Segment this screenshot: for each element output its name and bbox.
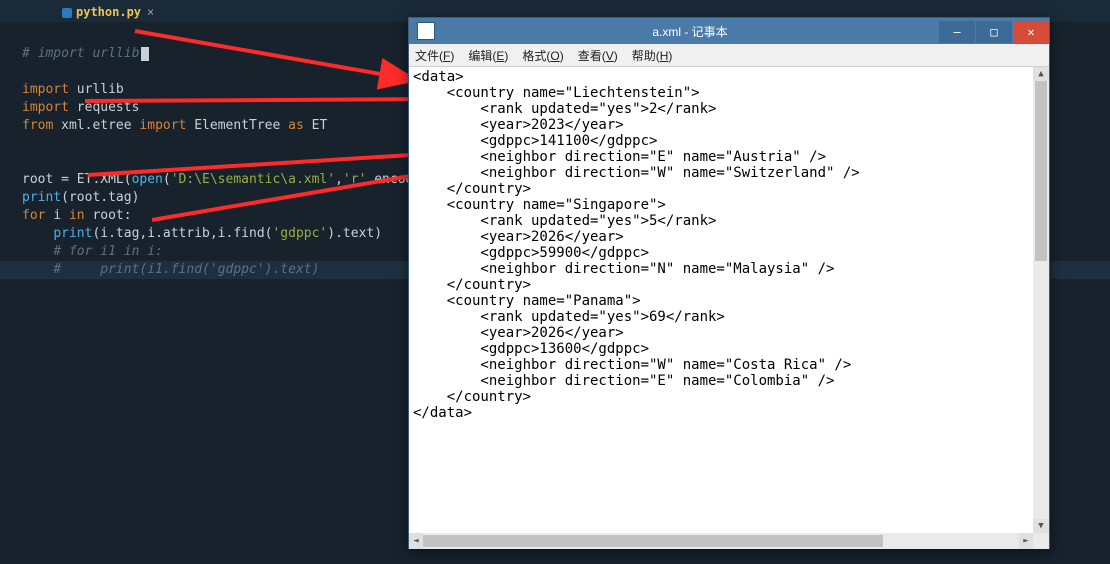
- tab-close-icon[interactable]: ×: [147, 5, 154, 19]
- vertical-scrollbar[interactable]: ▲ ▼: [1033, 67, 1049, 533]
- scroll-right-icon[interactable]: ►: [1019, 533, 1033, 549]
- minimize-button[interactable]: —: [939, 21, 975, 43]
- menu-edit[interactable]: 编辑(E): [468, 47, 508, 64]
- notepad-menubar[interactable]: 文件(F) 编辑(E) 格式(O) 查看(V) 帮助(H): [409, 44, 1049, 67]
- horizontal-scroll-thumb[interactable]: [423, 535, 883, 547]
- menu-help[interactable]: 帮助(H): [632, 47, 673, 64]
- python-file-icon: [62, 8, 72, 18]
- menu-view[interactable]: 查看(V): [578, 47, 618, 64]
- notepad-body[interactable]: <data> <country name="Liechtenstein"> <r…: [409, 67, 1049, 549]
- notepad-window[interactable]: a.xml - 记事本 — □ ✕ 文件(F) 编辑(E) 格式(O) 查看(V…: [408, 17, 1050, 549]
- menu-file[interactable]: 文件(F): [415, 47, 454, 64]
- vertical-scroll-thumb[interactable]: [1035, 81, 1047, 261]
- tab-filename: python.py: [76, 5, 141, 19]
- scroll-up-icon[interactable]: ▲: [1033, 67, 1049, 81]
- scroll-down-icon[interactable]: ▼: [1033, 519, 1049, 533]
- notepad-app-icon: [417, 22, 435, 40]
- notepad-titlebar[interactable]: a.xml - 记事本 — □ ✕: [409, 18, 1049, 44]
- notepad-title: a.xml - 记事本: [441, 23, 939, 40]
- scroll-left-icon[interactable]: ◄: [409, 533, 423, 549]
- horizontal-scrollbar[interactable]: ◄ ►: [409, 533, 1033, 549]
- file-tab[interactable]: python.py ×: [54, 2, 162, 22]
- notepad-text[interactable]: <data> <country name="Liechtenstein"> <r…: [413, 69, 860, 421]
- scrollbar-corner: [1033, 533, 1049, 549]
- text-cursor: [141, 47, 149, 61]
- close-button[interactable]: ✕: [1013, 21, 1049, 43]
- maximize-button[interactable]: □: [976, 21, 1012, 43]
- menu-format[interactable]: 格式(O): [522, 47, 563, 64]
